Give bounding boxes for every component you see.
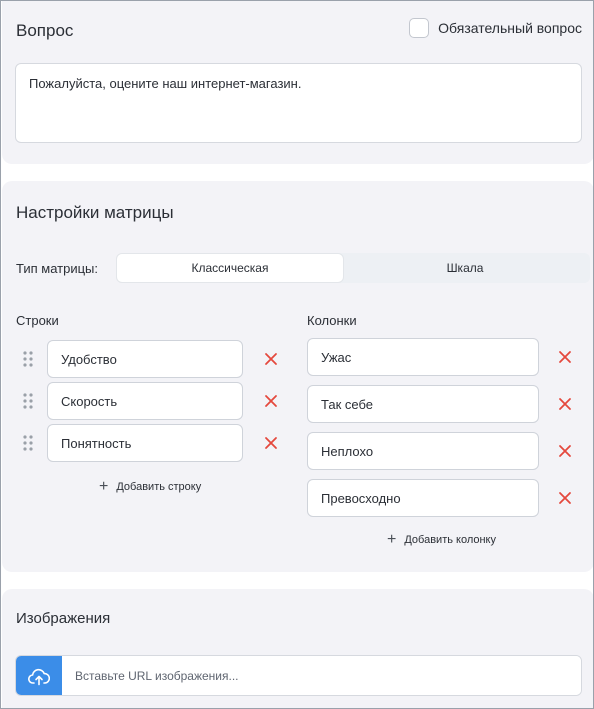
matrix-settings-title: Настройки матрицы (16, 203, 174, 222)
columns-title: Колонки (307, 313, 357, 328)
editor-panel: Вопрос Обязательный вопрос Пожалуйста, о… (0, 0, 594, 709)
required-toggle[interactable]: Обязательный вопрос (409, 18, 582, 38)
rows-title: Строки (16, 313, 59, 328)
plus-icon: + (387, 531, 397, 548)
add-column-button[interactable]: + Добавить колонку (387, 531, 496, 548)
close-icon[interactable] (558, 397, 572, 411)
question-text-field[interactable]: Пожалуйста, оцените наш интернет-магазин… (15, 63, 582, 143)
question-title: Вопрос (16, 21, 74, 40)
matrix-type-switch: Классическая Шкала (116, 253, 590, 283)
plus-icon: + (99, 478, 109, 495)
image-url-input[interactable] (62, 656, 581, 695)
close-icon[interactable] (264, 352, 278, 366)
matrix-settings-card: Настройки матрицы Тип матрицы: Классичес… (2, 181, 593, 572)
drag-handle-icon[interactable] (23, 351, 33, 367)
matrix-type-label: Тип матрицы: (16, 261, 99, 276)
images-title: Изображения (16, 610, 111, 627)
close-icon[interactable] (264, 436, 278, 450)
row-field[interactable]: Понятность (47, 424, 243, 462)
close-icon[interactable] (558, 444, 572, 458)
close-icon[interactable] (558, 491, 572, 505)
column-field[interactable]: Так себе (307, 385, 539, 423)
drag-handle-icon[interactable] (23, 393, 33, 409)
column-field[interactable]: Ужас (307, 338, 539, 376)
column-field[interactable]: Превосходно (307, 479, 539, 517)
upload-button[interactable] (16, 656, 62, 695)
images-card: Изображения (2, 589, 593, 708)
image-url-group (15, 655, 582, 696)
column-field[interactable]: Неплохо (307, 432, 539, 470)
add-column-label: Добавить колонку (404, 534, 496, 546)
question-card: Вопрос Обязательный вопрос Пожалуйста, о… (2, 1, 593, 164)
matrix-type-classic[interactable]: Классическая (117, 254, 343, 282)
required-label: Обязательный вопрос (438, 20, 582, 36)
close-icon[interactable] (558, 350, 572, 364)
row-field[interactable]: Удобство (47, 340, 243, 378)
drag-handle-icon[interactable] (23, 435, 33, 451)
add-row-label: Добавить строку (116, 481, 202, 493)
close-icon[interactable] (264, 394, 278, 408)
add-row-button[interactable]: + Добавить строку (99, 478, 202, 495)
cloud-upload-icon (28, 668, 50, 685)
matrix-type-scale[interactable]: Шкала (352, 254, 578, 282)
required-checkbox[interactable] (409, 18, 430, 38)
row-field[interactable]: Скорость (47, 382, 243, 420)
